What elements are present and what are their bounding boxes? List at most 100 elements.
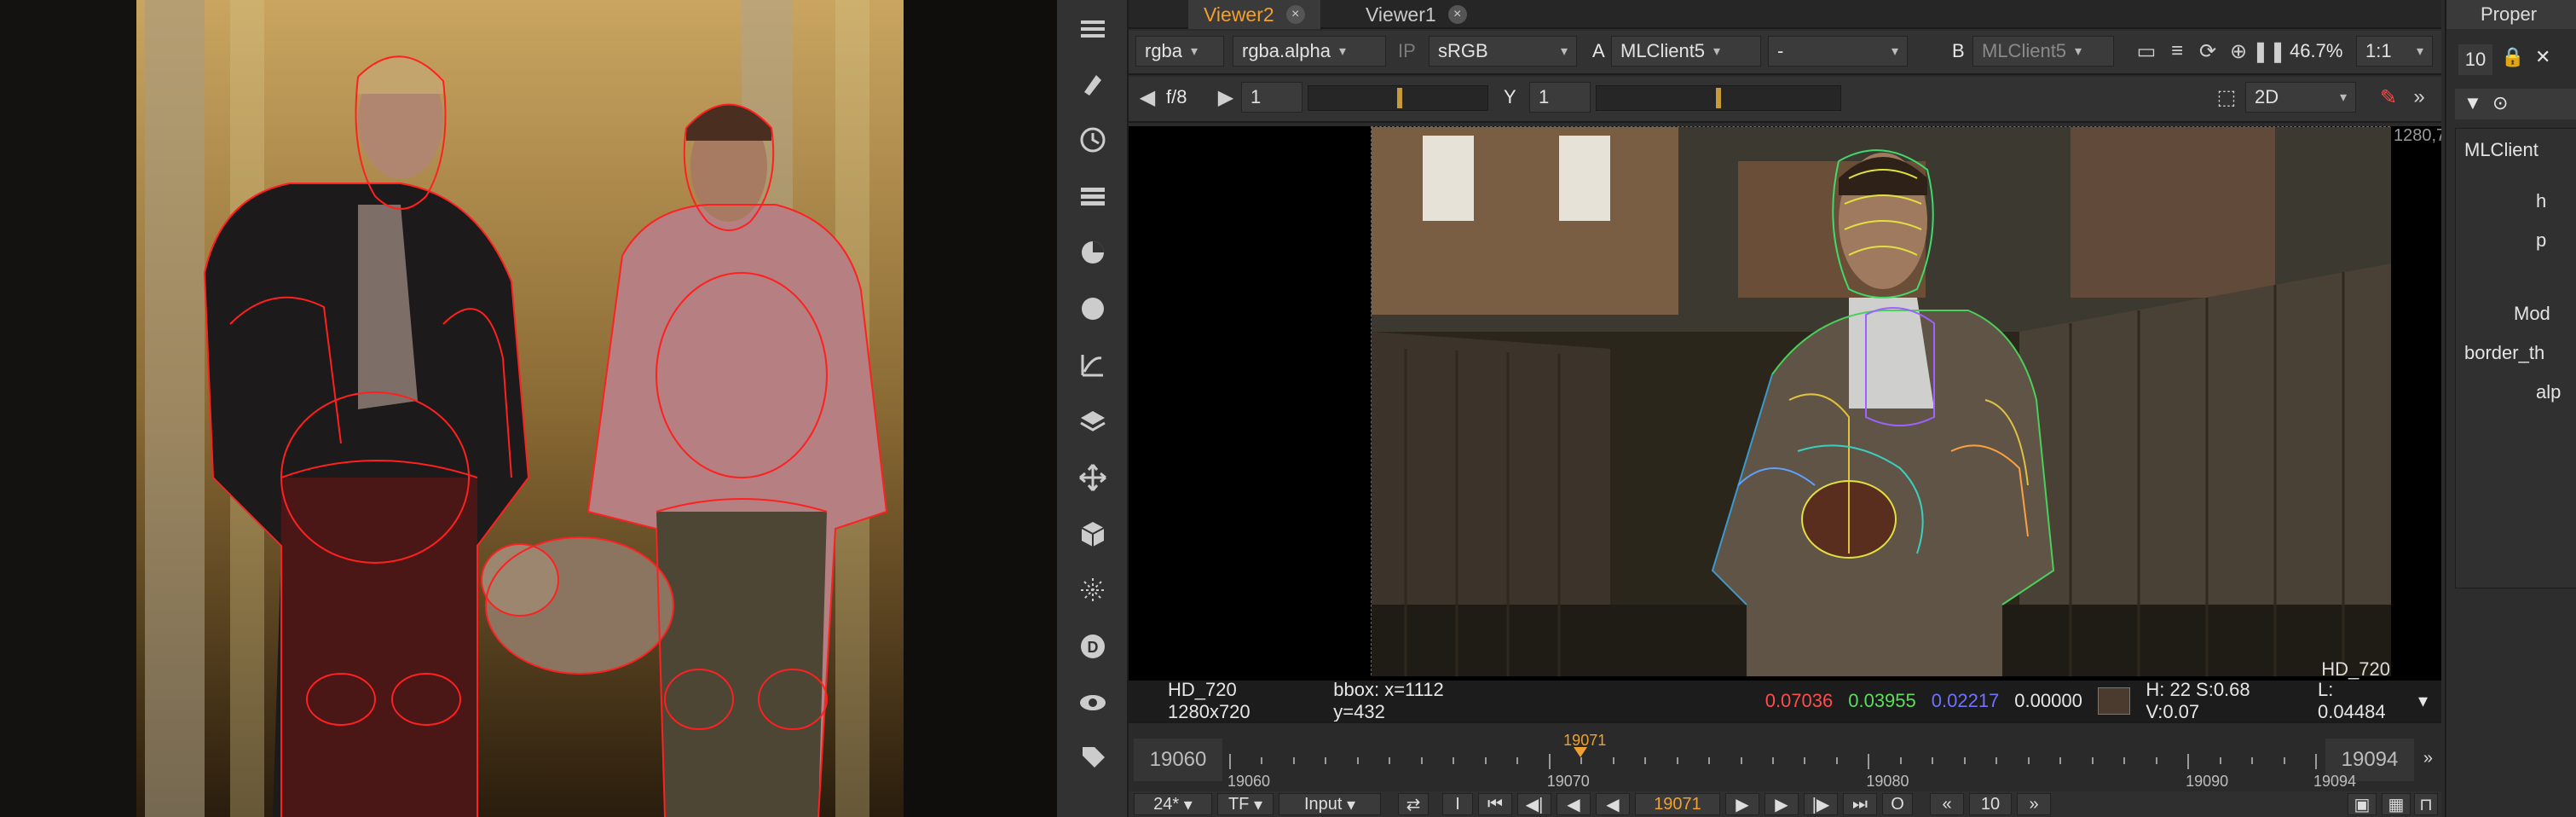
timeline-tick: [1420, 757, 1423, 764]
hsv-info: H: 22 S:0.68 V:0.07: [2146, 679, 2250, 722]
properties-tab[interactable]: Proper: [2446, 0, 2576, 29]
close-icon[interactable]: ×: [1285, 5, 1305, 24]
skip-back-icon[interactable]: «: [1930, 793, 1964, 815]
red-value: 0.07036: [1765, 690, 1834, 711]
viewer-icon[interactable]: [1071, 7, 1115, 51]
chevron-down-icon: ▾: [1338, 44, 1347, 59]
gain-slider[interactable]: [1308, 85, 1488, 111]
circle-icon[interactable]: ⊙: [2492, 92, 2508, 114]
timeline-tick: [1292, 757, 1295, 764]
image-viewer[interactable]: 1280,720 HD_720: [1129, 126, 2441, 681]
play-back-icon[interactable]: ◀: [1596, 793, 1630, 815]
chevron-down-icon: ▾: [2339, 90, 2347, 105]
out-point-icon[interactable]: O: [1882, 793, 1913, 815]
refresh-icon[interactable]: ⟳: [2192, 36, 2223, 67]
colorspace-dropdown[interactable]: sRGB ▾: [1429, 36, 1577, 67]
a-input-dropdown[interactable]: MLClient5 ▾: [1611, 36, 1761, 67]
timeline-tick: [1548, 754, 1551, 769]
pie-icon[interactable]: [1071, 230, 1115, 275]
green-value: 0.03955: [1848, 690, 1916, 711]
skip-forward-icon[interactable]: »: [2017, 793, 2051, 815]
gain-input[interactable]: 1: [1241, 82, 1302, 113]
composite-dropdown[interactable]: - ▾: [1768, 36, 1908, 67]
ratio-dropdown[interactable]: 1:1 ▾: [2356, 36, 2433, 67]
channels-dropdown[interactable]: rgba ▾: [1135, 36, 1224, 67]
timeline-tick: [2155, 757, 2157, 764]
stack-icon[interactable]: [1071, 399, 1115, 443]
first-frame-icon[interactable]: ⏮: [1478, 793, 1512, 815]
step-size-input[interactable]: 10: [1969, 793, 2012, 815]
gamma-input[interactable]: 1: [1529, 82, 1591, 113]
chevron-down-icon[interactable]: ▾: [2418, 690, 2428, 712]
node-properties-box: MLClient h p Mod border_th alp: [2455, 128, 2576, 588]
settings-icon[interactable]: ▦: [2382, 793, 2411, 815]
play-icon[interactable]: ▶: [1725, 793, 1759, 815]
arrow-left-icon[interactable]: ◀: [1132, 82, 1163, 113]
arrow-right-icon[interactable]: ▶: [1210, 82, 1241, 113]
properties-count[interactable]: 10: [2458, 44, 2492, 75]
particles-icon[interactable]: [1071, 568, 1115, 612]
step-forward-icon[interactable]: ▶: [1765, 793, 1799, 815]
playback-bar: 24* ▾ TF ▾ Input ▾ ⇄ I ⏮ ◀| ◀ ◀ 19071 ▶ …: [1129, 791, 2441, 817]
curve-icon[interactable]: [1071, 343, 1115, 387]
collapse-icon[interactable]: ▼: [2463, 92, 2482, 114]
roi-icon[interactable]: ▭: [2131, 36, 2162, 67]
eye-icon[interactable]: [1071, 681, 1115, 725]
lock-icon[interactable]: 🔒: [2501, 46, 2524, 68]
mode-dropdown[interactable]: Input ▾: [1279, 793, 1381, 815]
monitor-icon[interactable]: ▣: [2348, 793, 2377, 815]
target-icon[interactable]: ⊕: [2223, 36, 2254, 67]
a-input-value: MLClient5: [1620, 40, 1706, 61]
lock-icon[interactable]: ⊓: [2414, 793, 2438, 815]
node-name: MLClient: [2464, 139, 2538, 160]
tab-viewer1[interactable]: Viewer1 ×: [1350, 0, 1482, 29]
timeline-start[interactable]: 19060: [1134, 739, 1222, 781]
expand-icon[interactable]: »: [2423, 749, 2433, 768]
timeline-tick: [2251, 757, 2254, 764]
cube-icon[interactable]: [1071, 512, 1115, 556]
current-frame-input[interactable]: 19071: [1635, 793, 1720, 815]
pin-icon[interactable]: ✎: [2373, 82, 2404, 113]
timeline-tick: [1835, 757, 1838, 764]
gamma-slider[interactable]: [1596, 85, 1841, 111]
fps-dropdown[interactable]: 24* ▾: [1134, 793, 1212, 815]
bbox-info: bbox: x=1112 y=432: [1333, 679, 1444, 722]
close-all-icon[interactable]: ✕: [2535, 46, 2550, 68]
zoom-value[interactable]: 46.7%: [2290, 36, 2342, 67]
svg-text:D: D: [1088, 639, 1099, 656]
in-point-icon[interactable]: I: [1442, 793, 1473, 815]
ip-label[interactable]: IP: [1398, 36, 1416, 67]
expand-icon[interactable]: »: [2404, 82, 2434, 113]
timeline[interactable]: 19060 19094 19060 19070 19080 19090 19094 190…: [1129, 721, 2441, 791]
b-input-dropdown[interactable]: MLClient5 ▾: [1972, 36, 2114, 67]
prev-key-icon[interactable]: ◀|: [1517, 793, 1551, 815]
close-icon[interactable]: ×: [1447, 5, 1467, 24]
tag-icon[interactable]: [1071, 735, 1115, 779]
paint-icon[interactable]: [1071, 61, 1115, 106]
timeline-label: 19060: [1227, 773, 1271, 790]
loop-icon[interactable]: ⇄: [1398, 793, 1429, 815]
gamma-slider-handle[interactable]: [1716, 88, 1721, 108]
tf-dropdown[interactable]: TF ▾: [1217, 793, 1274, 815]
field-label: Mod: [2514, 303, 2550, 324]
playhead-marker[interactable]: [1574, 747, 1588, 757]
roi-select-icon[interactable]: ⬚: [2211, 82, 2242, 113]
format-top-label: 1280,720: [2394, 126, 2441, 145]
pause-icon[interactable]: ❚❚: [2252, 36, 2286, 67]
next-key-icon[interactable]: |▶: [1804, 793, 1838, 815]
gain-slider-handle[interactable]: [1397, 88, 1402, 108]
tab-viewer2[interactable]: Viewer2 ×: [1188, 0, 1320, 29]
timeline-track[interactable]: 19060 19070 19080 19090 19094 19071: [1227, 732, 2356, 790]
lines-icon[interactable]: ≡: [2162, 36, 2192, 67]
circle-icon[interactable]: [1071, 287, 1115, 331]
last-frame-icon[interactable]: ⏭: [1843, 793, 1877, 815]
view-mode-dropdown[interactable]: 2D ▾: [2245, 82, 2356, 113]
move-icon[interactable]: [1071, 455, 1115, 500]
alpha-channel-dropdown[interactable]: rgba.alpha ▾: [1233, 36, 1386, 67]
tool-sidebar: D: [1057, 0, 1129, 817]
viewer-controls-row: rgba ▾ rgba.alpha ▾ IP sRGB ▾ A MLClient5 ▾ …: [1129, 31, 2441, 75]
d-icon[interactable]: D: [1071, 624, 1115, 669]
clock-icon[interactable]: [1071, 118, 1115, 162]
step-back-icon[interactable]: ◀: [1557, 793, 1591, 815]
layers-stack-icon[interactable]: [1071, 174, 1115, 218]
